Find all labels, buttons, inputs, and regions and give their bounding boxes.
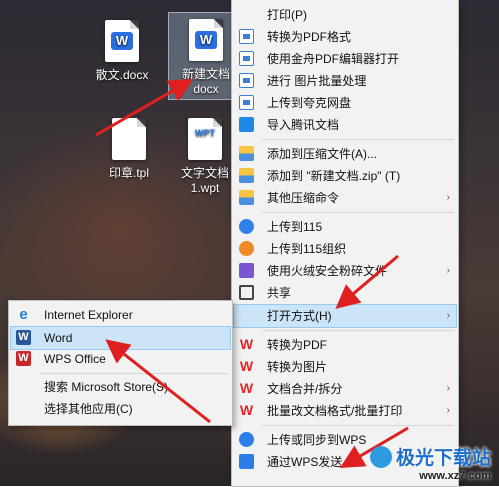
menu-item-import-tencent-docs[interactable]: 导入腾讯文档 [234, 114, 456, 136]
menu-item-label: 共享 [267, 286, 292, 300]
menu-item-batch-image[interactable]: 进行 图片批量处理 [234, 70, 456, 92]
wps-icon: W [239, 336, 254, 352]
menu-item-upload-quark[interactable]: 上传到夸克网盘 [234, 92, 456, 114]
menu-item-upload-115[interactable]: 上传到115 [234, 216, 456, 238]
menu-item-convert-pdf-format[interactable]: 转换为PDF格式 [234, 26, 456, 48]
open-with-word[interactable]: W Word [10, 326, 231, 350]
submenu-arrow-icon: › [446, 265, 450, 276]
archive-icon [239, 146, 254, 161]
site-watermark: 极光下载站 www.xz7.com [369, 443, 491, 482]
desktop-file-sanwen[interactable]: W 散文.docx [85, 14, 159, 83]
menu-item-label: 打印(P) [267, 8, 307, 22]
menu-item-label: 进行 图片批量处理 [267, 74, 367, 88]
menu-item-label: 文档合并/拆分 [267, 382, 343, 396]
menu-item-add-to-archive[interactable]: 添加到压缩文件(A)... [234, 143, 456, 165]
menu-item-convert-image[interactable]: W 转换为图片 [234, 356, 456, 378]
desktop-file-label: 散文.docx [95, 68, 149, 82]
menu-item-label: 打开方式(H) [267, 309, 332, 323]
doc-icon [239, 95, 254, 110]
menu-item-label: 使用火绒安全粉碎文件 [267, 264, 388, 278]
menu-item-add-to-zip[interactable]: 添加到 "新建文档.zip" (T) [234, 165, 456, 187]
send-icon [239, 454, 254, 469]
wps-icon: W [239, 358, 254, 374]
menu-item-batch-format-print[interactable]: W 批量改文档格式/批量打印 › [234, 400, 456, 422]
menu-item-label: 批量改文档格式/批量打印 [267, 404, 403, 418]
menu-separator [262, 139, 454, 140]
context-menu: 打印(P) 转换为PDF格式 使用金舟PDF编辑器打开 进行 图片批量处理 上传… [231, 0, 459, 487]
desktop-file-seal[interactable]: 印章.tpl [92, 112, 166, 181]
wps-office-icon: W [16, 351, 31, 366]
menu-item-label: 上传到夸克网盘 [267, 96, 352, 110]
menu-item-huorong-shred[interactable]: 使用火绒安全粉碎文件 › [234, 260, 456, 282]
cloud-org-icon [239, 241, 254, 256]
submenu-arrow-icon: › [446, 383, 450, 394]
doc-icon [239, 51, 254, 66]
desktop-file-label: 印章.tpl [108, 166, 149, 180]
menu-item-open-jinzhou-pdf[interactable]: 使用金舟PDF编辑器打开 [234, 48, 456, 70]
menu-item-label: 通过WPS发送 [267, 455, 343, 469]
menu-item-label: Internet Explorer [44, 308, 133, 322]
menu-item-label: 选择其他应用(C) [44, 402, 133, 416]
doc-icon [239, 73, 254, 88]
menu-item-label: 转换为PDF [267, 338, 328, 352]
cloud-sync-icon [239, 432, 254, 447]
word-doc-icon: W [189, 19, 223, 61]
submenu-arrow-icon: › [446, 405, 450, 416]
menu-item-label: WPS Office [44, 352, 106, 366]
watermark-text: 极光下载站 [395, 448, 491, 469]
menu-item-label: 转换为图片 [267, 360, 328, 374]
open-with-submenu: e Internet Explorer W Word W WPS Office … [8, 300, 233, 426]
tencent-docs-icon [239, 117, 254, 132]
menu-item-label: 上传到115 [267, 220, 323, 234]
menu-separator [39, 373, 228, 374]
cloud-upload-icon [239, 219, 254, 234]
archive-icon [239, 168, 254, 183]
wpt-file-icon: WPT [188, 118, 222, 160]
open-with-choose-other[interactable]: 选择其他应用(C) [11, 398, 230, 420]
menu-item-share[interactable]: 共享 [234, 282, 456, 304]
word-icon: W [16, 330, 31, 345]
blank-file-icon [112, 118, 146, 160]
shredder-icon [239, 263, 254, 278]
menu-item-print[interactable]: 打印(P) [234, 4, 456, 26]
menu-item-upload-115-org[interactable]: 上传到115组织 [234, 238, 456, 260]
menu-item-label: 添加到压缩文件(A)... [267, 147, 377, 161]
menu-item-label: 上传到115组织 [267, 242, 347, 256]
word-doc-icon: W [105, 20, 139, 62]
menu-separator [262, 212, 454, 213]
open-with-internet-explorer[interactable]: e Internet Explorer [11, 304, 230, 326]
menu-item-label: 其他压缩命令 [267, 191, 340, 205]
menu-item-merge-split[interactable]: W 文档合并/拆分 › [234, 378, 456, 400]
menu-item-open-with[interactable]: 打开方式(H) › [233, 304, 457, 328]
internet-explorer-icon: e [19, 306, 28, 323]
watermark-url: www.xz7.com [419, 470, 491, 482]
menu-item-label: Word [44, 331, 73, 345]
watermark-logo-icon [369, 445, 392, 468]
menu-item-convert-pdf[interactable]: W 转换为PDF [234, 334, 456, 356]
menu-item-other-compress[interactable]: 其他压缩命令 › [234, 187, 456, 209]
menu-item-label: 使用金舟PDF编辑器打开 [267, 52, 400, 66]
menu-item-label: 添加到 "新建文档.zip" (T) [267, 169, 401, 183]
menu-item-label: 转换为PDF格式 [267, 30, 352, 44]
open-with-search-store[interactable]: 搜索 Microsoft Store(S) [11, 376, 230, 398]
share-icon [239, 285, 254, 300]
menu-separator [262, 330, 454, 331]
menu-item-label: 搜索 Microsoft Store(S) [44, 380, 169, 394]
submenu-arrow-icon: › [446, 310, 450, 321]
menu-item-label: 导入腾讯文档 [267, 118, 340, 132]
menu-separator [262, 425, 454, 426]
submenu-arrow-icon: › [446, 192, 450, 203]
wps-icon: W [239, 380, 254, 396]
doc-icon [239, 29, 254, 44]
archive-icon [239, 190, 254, 205]
open-with-wps-office[interactable]: W WPS Office [11, 348, 230, 370]
menu-item-label: 上传或同步到WPS [267, 433, 367, 447]
wps-icon: W [239, 402, 254, 418]
